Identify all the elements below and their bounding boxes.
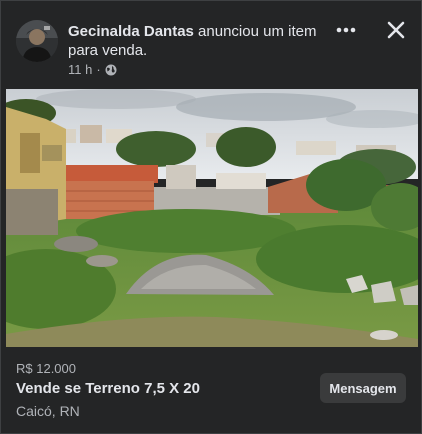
close-button[interactable] (384, 18, 408, 42)
more-options-button[interactable] (334, 20, 358, 40)
post-time[interactable]: 11 h (68, 62, 92, 77)
meta-separator: · (96, 62, 101, 77)
listing-title[interactable]: Vende se Terreno 7,5 X 20 (16, 380, 200, 397)
avatar[interactable] (16, 20, 58, 62)
land-lot-photo (6, 89, 418, 347)
globe-icon (105, 64, 117, 76)
listing-price: R$ 12.000 (16, 361, 76, 376)
more-horizontal-icon (336, 27, 356, 33)
avatar-photo (16, 20, 58, 62)
post-header: Gecinalda Dantas anunciou um item para v… (0, 0, 422, 88)
message-button[interactable]: Mensagem (320, 373, 406, 403)
listing-photo[interactable] (6, 89, 418, 347)
post-author-line: Gecinalda Dantas anunciou um item para v… (68, 22, 318, 60)
listing-location: Caicó, RN (16, 403, 80, 419)
author-name[interactable]: Gecinalda Dantas (68, 23, 194, 40)
close-icon (387, 21, 405, 39)
post-meta: 11 h · (68, 62, 117, 77)
marketplace-post-card: Gecinalda Dantas anunciou um item para v… (0, 0, 422, 434)
